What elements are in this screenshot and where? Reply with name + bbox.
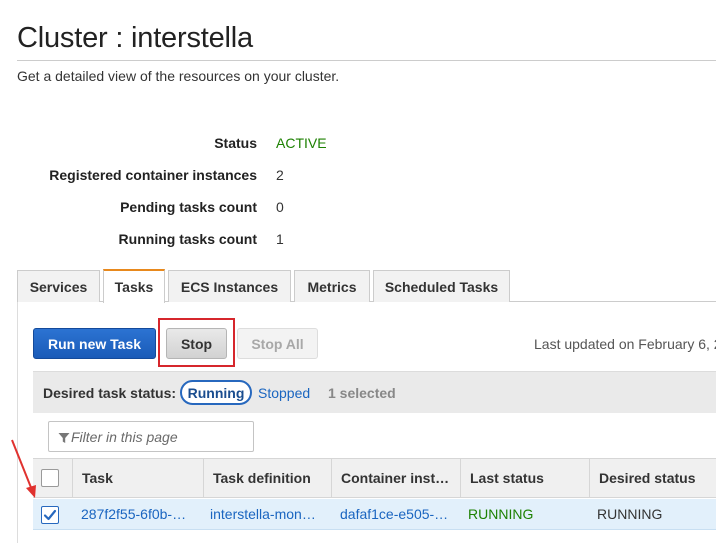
column-header-desired-status[interactable]: Desired status bbox=[589, 458, 716, 498]
run-new-task-button[interactable]: Run new Task bbox=[33, 328, 156, 359]
selected-count: 1 selected bbox=[328, 385, 396, 401]
summary-label: Pending tasks count bbox=[120, 199, 257, 215]
filter-input[interactable] bbox=[71, 422, 251, 451]
running-filter-pill[interactable]: Running bbox=[180, 380, 252, 405]
column-header-task-definition[interactable]: Task definition bbox=[203, 458, 331, 498]
summary-value: 2 bbox=[276, 167, 284, 183]
tab-bar: Services Tasks ECS Instances Metrics Sch… bbox=[17, 269, 716, 303]
column-header-container-instance[interactable]: Container inst… bbox=[331, 458, 460, 498]
annotation-arrow-icon bbox=[11, 439, 36, 498]
desired-status-cell: RUNNING bbox=[597, 506, 663, 522]
container-instance-link[interactable]: dafaf1ce-e505-… bbox=[340, 506, 448, 522]
summary-value: 1 bbox=[276, 231, 284, 247]
summary-row-registered-instances: Registered container instances 2 bbox=[0, 167, 400, 189]
desired-status-label: Desired task status: bbox=[43, 385, 177, 401]
tab-metrics[interactable]: Metrics bbox=[294, 270, 370, 302]
column-header-last-status[interactable]: Last status bbox=[460, 458, 589, 498]
checkmark-icon bbox=[43, 509, 57, 521]
last-updated-text: Last updated on February 6, 2 bbox=[534, 336, 716, 352]
task-id-link[interactable]: 287f2f55-6f0b-… bbox=[81, 506, 186, 522]
task-definition-link[interactable]: interstella-mon… bbox=[210, 506, 316, 522]
stop-all-button[interactable]: Stop All bbox=[237, 328, 318, 359]
tab-scheduled-tasks[interactable]: Scheduled Tasks bbox=[373, 270, 510, 302]
status-value: ACTIVE bbox=[276, 135, 327, 151]
summary-label: Running tasks count bbox=[118, 231, 257, 247]
column-header-task[interactable]: Task bbox=[72, 458, 203, 498]
summary-row-running-tasks: Running tasks count 1 bbox=[0, 231, 400, 253]
stop-highlight-box bbox=[158, 318, 235, 367]
summary-label: Registered container instances bbox=[49, 167, 257, 183]
tab-ecs-instances[interactable]: ECS Instances bbox=[168, 270, 291, 302]
funnel-icon bbox=[58, 431, 70, 443]
summary-label: Status bbox=[214, 135, 257, 151]
stopped-filter-link[interactable]: Stopped bbox=[258, 385, 310, 401]
tab-services[interactable]: Services bbox=[17, 270, 100, 302]
last-status-cell: RUNNING bbox=[468, 506, 534, 522]
summary-row-status: Status ACTIVE bbox=[0, 135, 400, 157]
summary-row-pending-tasks: Pending tasks count 0 bbox=[0, 199, 400, 221]
page-subtitle: Get a detailed view of the resources on … bbox=[17, 68, 340, 84]
tab-tasks[interactable]: Tasks bbox=[103, 269, 165, 303]
filter-field[interactable] bbox=[48, 421, 254, 452]
title-divider bbox=[17, 60, 716, 61]
page-title: Cluster : interstella bbox=[17, 22, 253, 54]
summary-value: 0 bbox=[276, 199, 284, 215]
